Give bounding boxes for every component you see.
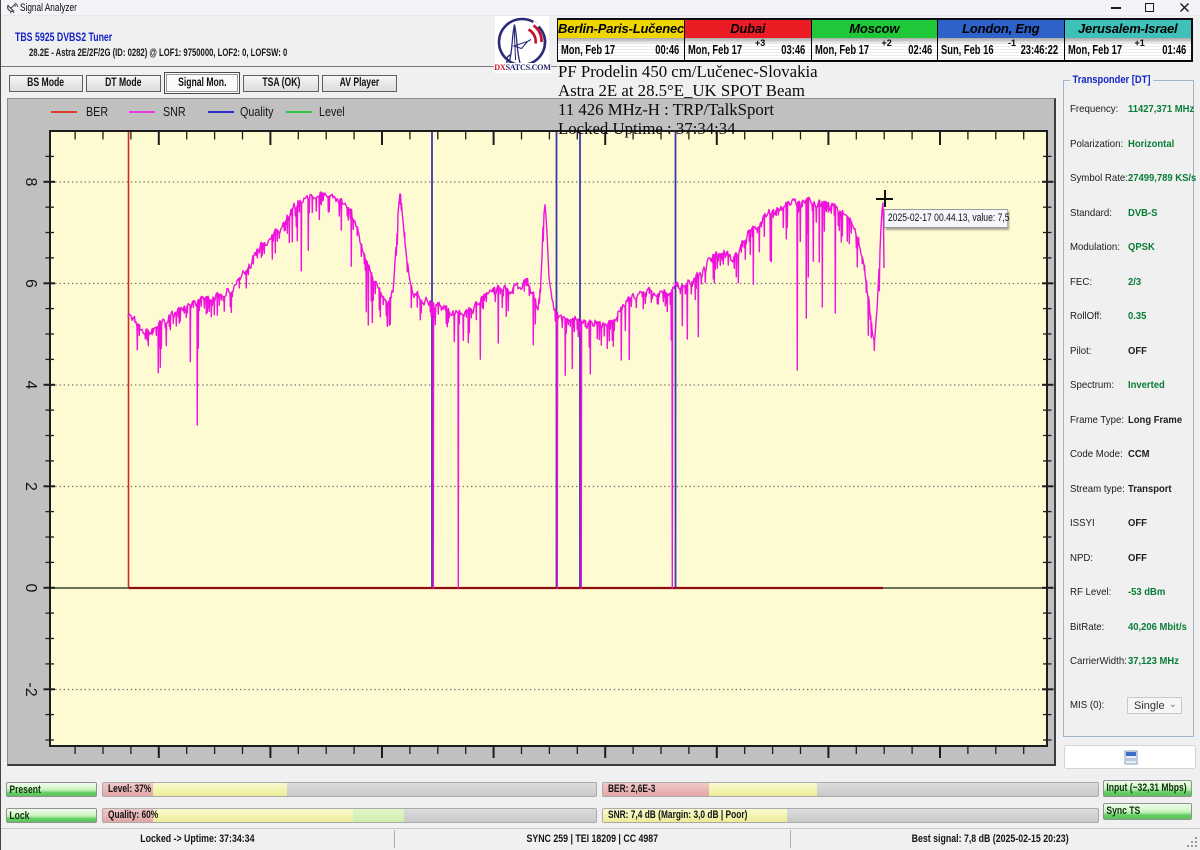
svg-text:0: 0 <box>22 584 39 593</box>
svg-text:2: 2 <box>22 482 39 491</box>
svg-text:-2: -2 <box>22 682 39 696</box>
svg-text:8: 8 <box>22 178 39 187</box>
svg-text:6: 6 <box>22 279 39 288</box>
svg-text:4: 4 <box>22 381 39 390</box>
